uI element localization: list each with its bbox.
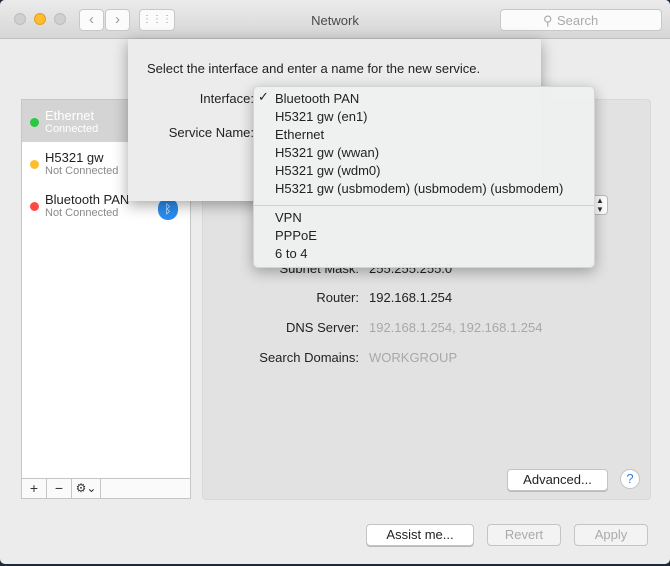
dns-label: DNS Server: <box>286 320 359 335</box>
service-name-label: Service Name: <box>168 125 254 140</box>
revert-button[interactable]: Revert <box>487 524 561 546</box>
menu-item[interactable]: Ethernet <box>275 127 324 145</box>
status-dot-yellow <box>30 160 39 169</box>
menu-separator <box>254 205 594 206</box>
help-icon[interactable]: ? <box>620 469 640 489</box>
service-list-toolbar: + − ⚙⌄ <box>22 478 190 498</box>
interface-dropdown-menu: ✓ Bluetooth PAN H5321 gw (en1) Ethernet … <box>253 86 595 268</box>
search-domains-value: WORKGROUP <box>369 350 458 365</box>
remove-service-button[interactable]: − <box>47 479 72 498</box>
menu-item[interactable]: PPPoE <box>275 228 317 246</box>
menu-item[interactable]: H5321 gw (wwan) <box>275 145 379 163</box>
search-icon: ⚲ <box>543 13 553 28</box>
service-status: Not Connected <box>45 165 119 177</box>
sheet-message: Select the interface and enter a name fo… <box>147 61 481 76</box>
menu-item[interactable]: Bluetooth PAN <box>275 91 359 109</box>
menu-item[interactable]: H5321 gw (usbmodem) (usbmodem) (usbmodem… <box>275 181 563 199</box>
menu-item[interactable]: H5321 gw (wdm0) <box>275 163 381 181</box>
service-name: Ethernet <box>45 108 95 123</box>
service-status: Not Connected <box>45 207 119 219</box>
service-name: H5321 gw <box>45 150 104 165</box>
apply-button[interactable]: Apply <box>574 524 648 546</box>
search-input[interactable]: ⚲ Search <box>500 9 662 31</box>
bluetooth-icon: ᛒ <box>158 198 178 220</box>
menu-item[interactable]: H5321 gw (en1) <box>275 109 368 127</box>
menu-item[interactable]: 6 to 4 <box>275 246 308 264</box>
interface-label: Interface: <box>199 91 254 106</box>
assist-me-button[interactable]: Assist me... <box>366 524 474 546</box>
advanced-button[interactable]: Advanced... <box>507 469 608 491</box>
network-window: ‹ › ⋮⋮⋮ Network ⚲ Search Ethernet Connect… <box>0 0 670 564</box>
checkmark-icon: ✓ <box>258 89 269 104</box>
dns-value: 192.168.1.254, 192.168.1.254 <box>369 320 543 335</box>
add-service-button[interactable]: + <box>22 479 47 498</box>
router-value: 192.168.1.254 <box>369 290 453 305</box>
service-status: Connected <box>45 123 99 135</box>
search-domains-label: Search Domains: <box>259 350 359 365</box>
title-bar: ‹ › ⋮⋮⋮ Network ⚲ Search <box>0 0 670 39</box>
status-dot-green <box>30 118 39 127</box>
router-label: Router: <box>316 290 359 305</box>
menu-item[interactable]: VPN <box>275 210 302 228</box>
status-dot-red <box>30 202 39 211</box>
service-name: Bluetooth PAN <box>45 192 130 207</box>
gear-menu-icon[interactable]: ⚙⌄ <box>72 479 101 498</box>
search-placeholder: Search <box>557 13 599 28</box>
